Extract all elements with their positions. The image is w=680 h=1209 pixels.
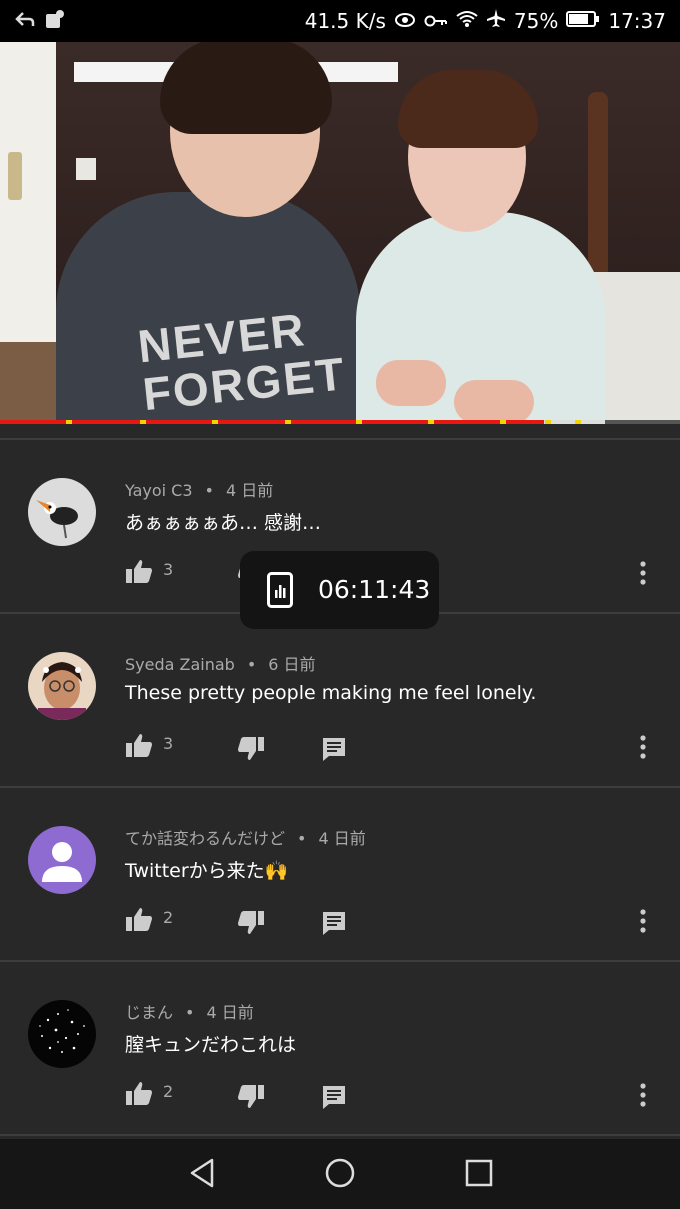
dislike-button[interactable] — [237, 736, 265, 766]
comment-list: Yayoi C3 • 4 日前 あぁぁぁぁあ… 感謝… 3 Syeda Zainab… — [0, 438, 680, 1136]
comment-text: Twitterから来た🙌 — [125, 860, 289, 882]
toast-time: 06:11:43 — [318, 575, 431, 604]
default-person-avatar[interactable] — [28, 826, 96, 894]
more-options-button[interactable] — [639, 560, 647, 590]
wifi-icon — [456, 9, 478, 33]
clock: 17:37 — [608, 8, 666, 33]
comment-meta: Yayoi C3 • 4 日前 — [125, 477, 273, 501]
ad-marker — [500, 420, 506, 424]
comment-age: 6 日前 — [268, 655, 316, 674]
ad-marker — [545, 420, 551, 424]
video-hand — [454, 380, 534, 424]
like-count: 3 — [163, 560, 174, 579]
eye-icon — [394, 9, 416, 33]
comment-item: Syeda Zainab • 6 日前 These pretty people ma… — [0, 614, 680, 786]
video-guitar — [588, 92, 608, 282]
comment-meta: Syeda Zainab • 6 日前 — [125, 651, 316, 675]
navigation-bar — [0, 1139, 680, 1209]
like-button[interactable] — [125, 906, 153, 936]
more-options-button[interactable] — [639, 908, 647, 938]
comment-item: てか話変わるんだけど • 4 日前 Twitterから来た🙌 2 — [0, 788, 680, 960]
shirt-print: NEVER FORGET — [135, 303, 349, 421]
comment-actions: 2 — [125, 1080, 665, 1110]
ad-marker — [66, 420, 72, 424]
like-button[interactable] — [125, 732, 153, 762]
comment-actions: 2 — [125, 906, 665, 936]
comment-meta: てか話変わるんだけど • 4 日前 — [125, 825, 366, 849]
home-button[interactable] — [324, 1157, 356, 1193]
meta-separator: • — [204, 481, 214, 500]
girl-photo-avatar[interactable] — [28, 652, 96, 720]
meta-separator: • — [185, 1003, 195, 1022]
ad-marker — [285, 420, 291, 424]
comment-author[interactable]: じまん — [125, 1003, 173, 1022]
comment-author[interactable]: Yayoi C3 — [125, 481, 193, 500]
ad-marker — [140, 420, 146, 424]
battery-icon — [566, 9, 600, 33]
more-options-button[interactable] — [639, 1082, 647, 1112]
back-arrow-icon — [14, 8, 36, 34]
progress-fill — [0, 420, 544, 424]
comment-age: 4 日前 — [225, 481, 274, 500]
ad-marker — [575, 420, 581, 424]
airplane-mode-icon — [486, 8, 506, 33]
comment-age: 4 日前 — [206, 1003, 254, 1022]
like-count: 2 — [163, 1082, 174, 1101]
back-button[interactable] — [188, 1157, 216, 1193]
ad-marker — [356, 420, 362, 424]
status-bar: 41.5 K/s 75% 17:37 — [0, 0, 680, 42]
toucan-avatar[interactable] — [28, 478, 96, 546]
like-button[interactable] — [125, 558, 153, 588]
comment-text: あぁぁぁぁあ… 感謝… — [125, 512, 322, 534]
reply-button[interactable] — [321, 910, 347, 940]
reply-button[interactable] — [321, 1084, 347, 1114]
comment-age: 4 日前 — [318, 829, 366, 848]
video-player[interactable]: NEVER FORGET — [0, 42, 680, 424]
recent-apps-button[interactable] — [464, 1157, 494, 1193]
video-hand — [376, 360, 446, 406]
meta-separator: • — [246, 655, 257, 674]
comment-text: These pretty people making me feel lonel… — [125, 682, 537, 704]
vpn-key-icon — [424, 9, 448, 33]
like-count: 3 — [163, 734, 174, 753]
screen-time-toast: 06:11:43 — [240, 551, 439, 629]
app-notification-icon — [44, 8, 66, 34]
comment-author[interactable]: Syeda Zainab — [125, 655, 235, 674]
more-options-button[interactable] — [639, 734, 647, 764]
video-person-left-hair — [160, 42, 332, 134]
network-speed: 41.5 K/s — [304, 8, 386, 33]
comment-text: 膣キュンだわこれは — [125, 1034, 297, 1056]
video-person-right-hair — [398, 70, 538, 148]
video-cabinet — [594, 272, 680, 424]
meta-separator: • — [297, 829, 307, 848]
video-light-switch — [76, 158, 96, 180]
like-count: 2 — [163, 908, 174, 927]
starry-avatar[interactable] — [28, 1000, 96, 1068]
divider — [0, 1134, 680, 1136]
comment-author[interactable]: てか話変わるんだけど — [125, 829, 285, 848]
ad-marker — [428, 420, 434, 424]
battery-percent: 75% — [513, 8, 559, 33]
comment-item: じまん • 4 日前 膣キュンだわこれは 2 — [0, 962, 680, 1134]
like-button[interactable] — [125, 1080, 153, 1110]
dislike-button[interactable] — [237, 1084, 265, 1114]
reply-button[interactable] — [321, 736, 347, 766]
ad-marker — [212, 420, 218, 424]
comment-meta: じまん • 4 日前 — [125, 999, 254, 1023]
phone-usage-icon — [267, 572, 293, 612]
comment-actions: 3 — [125, 732, 665, 762]
dislike-button[interactable] — [237, 910, 265, 940]
